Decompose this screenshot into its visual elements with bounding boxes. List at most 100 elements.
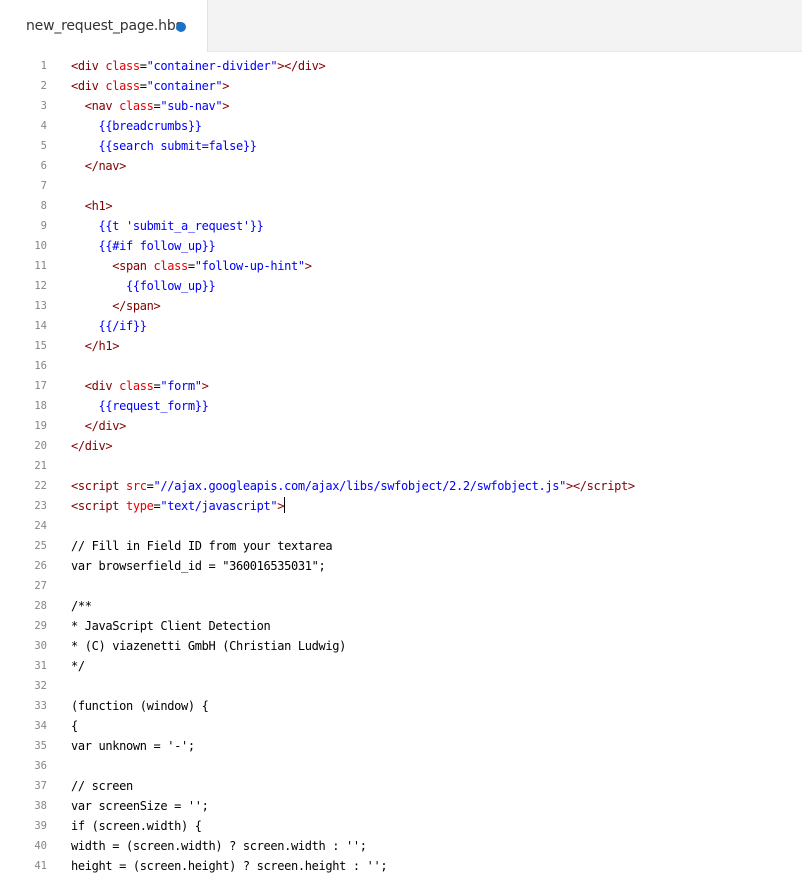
code-token: width = (screen.width) ? screen.width : … <box>71 839 367 853</box>
code-line[interactable]: 15 </h1> <box>0 336 802 356</box>
code-token: height = (screen.height) ? screen.height… <box>71 859 388 873</box>
code-line-text: {{/if}} <box>71 316 147 336</box>
code-line[interactable]: 18 {{request_form}} <box>0 396 802 416</box>
code-line[interactable]: 29 * JavaScript Client Detection <box>0 616 802 636</box>
code-token: > <box>277 499 285 513</box>
code-line[interactable]: 24 <box>0 516 802 536</box>
code-line-text: </div> <box>71 436 113 456</box>
code-line[interactable]: 39 if (screen.width) { <box>0 816 802 836</box>
line-number: 13 <box>34 300 47 312</box>
line-number: 4 <box>40 120 47 132</box>
code-line[interactable]: 32 <box>0 676 802 696</box>
code-token: script <box>586 479 629 493</box>
code-line[interactable]: 9 {{t 'submit_a_request'}} <box>0 216 802 236</box>
code-line[interactable]: 37 // screen <box>0 776 802 796</box>
code-line[interactable]: 28 /** <box>0 596 802 616</box>
code-line[interactable]: 40 width = (screen.width) ? screen.width … <box>0 836 802 856</box>
code-text-area[interactable]: 1 <div class="container-divider"></div> 2 <… <box>0 56 802 881</box>
code-token: < <box>71 79 78 93</box>
code-token: h1 <box>91 199 106 213</box>
tab-bar: new_request_page.hbs <box>0 0 802 52</box>
code-line[interactable]: 11 <span class="follow-up-hint"> <box>0 256 802 276</box>
code-token: type <box>126 499 154 513</box>
line-number: 38 <box>34 800 47 812</box>
code-token: "follow-up-hint" <box>194 259 305 273</box>
tab-file[interactable]: new_request_page.hbs <box>0 0 208 52</box>
line-number: 29 <box>34 620 47 632</box>
code-line[interactable]: 31 */ <box>0 656 802 676</box>
code-line[interactable]: 14 {{/if}} <box>0 316 802 336</box>
line-number: 31 <box>34 660 47 672</box>
code-line-text: if (screen.width) { <box>71 816 202 836</box>
code-line[interactable]: 38 var screenSize = ''; <box>0 796 802 816</box>
code-line[interactable]: 21 <box>0 456 802 476</box>
code-line[interactable]: 30 * (C) viazenetti GmbH (Christian Ludwi… <box>0 636 802 656</box>
code-line[interactable]: 36 <box>0 756 802 776</box>
code-line-text: <nav class="sub-nav"> <box>71 96 230 116</box>
code-token: class <box>119 99 154 113</box>
code-token: src <box>126 479 147 493</box>
code-line[interactable]: 12 {{follow_up}} <box>0 276 802 296</box>
line-number: 23 <box>34 500 47 512</box>
code-line[interactable]: 20 </div> <box>0 436 802 456</box>
code-editor: new_request_page.hbs 1 <div class="contai… <box>0 0 802 881</box>
code-line[interactable]: 1 <div class="container-divider"></div> <box>0 56 802 76</box>
code-token: }} <box>249 219 264 233</box>
code-line[interactable]: 16 <box>0 356 802 376</box>
code-line[interactable]: 8 <h1> <box>0 196 802 216</box>
code-line[interactable]: 35 var unknown = '-'; <box>0 736 802 756</box>
code-line[interactable]: 25 // Fill in Field ID from your textarea <box>0 536 802 556</box>
code-line[interactable]: 27 <box>0 576 802 596</box>
code-token: * JavaScript Client Detection <box>71 619 271 633</box>
code-line[interactable]: 4 {{breadcrumbs}} <box>0 116 802 136</box>
line-number: 24 <box>34 520 47 532</box>
code-token: > <box>153 299 161 313</box>
unsaved-changes-dot-icon[interactable] <box>176 22 186 32</box>
line-number: 7 <box>40 180 47 192</box>
code-line[interactable]: 10 {{#if follow_up}} <box>0 236 802 256</box>
code-line[interactable]: 23 <script type="text/javascript"> <box>0 496 802 516</box>
code-line[interactable]: 33 (function (window) { <box>0 696 802 716</box>
code-line[interactable]: 22 <script src="//ajax.googleapis.com/aja… <box>0 476 802 496</box>
code-token: nav <box>98 159 120 173</box>
code-line[interactable]: 26 var browserfield_id = "360016535031"; <box>0 556 802 576</box>
code-line[interactable]: 41 height = (screen.height) ? screen.heig… <box>0 856 802 876</box>
line-number: 37 <box>34 780 47 792</box>
code-token: {{t <box>98 219 126 233</box>
code-line[interactable]: 5 {{search submit=false}} <box>0 136 802 156</box>
code-token: > <box>119 419 126 433</box>
code-line-text: {{search submit=false}} <box>71 136 257 156</box>
line-number: 36 <box>34 760 47 772</box>
code-line[interactable]: 34 { <box>0 716 802 736</box>
line-number: 22 <box>34 480 47 492</box>
code-token: > <box>222 79 230 93</box>
code-token: </ <box>71 439 85 453</box>
code-token: span <box>126 299 154 313</box>
code-line-text: * (C) viazenetti GmbH (Christian Ludwig) <box>71 636 346 656</box>
line-number: 20 <box>34 440 47 452</box>
code-line[interactable]: 2 <div class="container"> <box>0 76 802 96</box>
code-token: /** <box>71 599 92 613</box>
code-token: "sub-nav" <box>160 99 223 113</box>
code-line[interactable]: 3 <nav class="sub-nav"> <box>0 96 802 116</box>
code-token: > <box>201 379 209 393</box>
code-line[interactable]: 13 </span> <box>0 296 802 316</box>
line-number: 35 <box>34 740 47 752</box>
code-line[interactable]: 19 </div> <box>0 416 802 436</box>
code-token: div <box>98 419 120 433</box>
code-token: if (screen.width) { <box>71 819 202 833</box>
code-line[interactable]: 6 </nav> <box>0 156 802 176</box>
code-line[interactable]: 17 <div class="form"> <box>0 376 802 396</box>
line-number: 14 <box>34 320 47 332</box>
line-number: 21 <box>34 460 47 472</box>
code-line[interactable]: 7 <box>0 176 802 196</box>
code-line-text: height = (screen.height) ? screen.height… <box>71 856 388 876</box>
code-token: = <box>139 79 147 93</box>
